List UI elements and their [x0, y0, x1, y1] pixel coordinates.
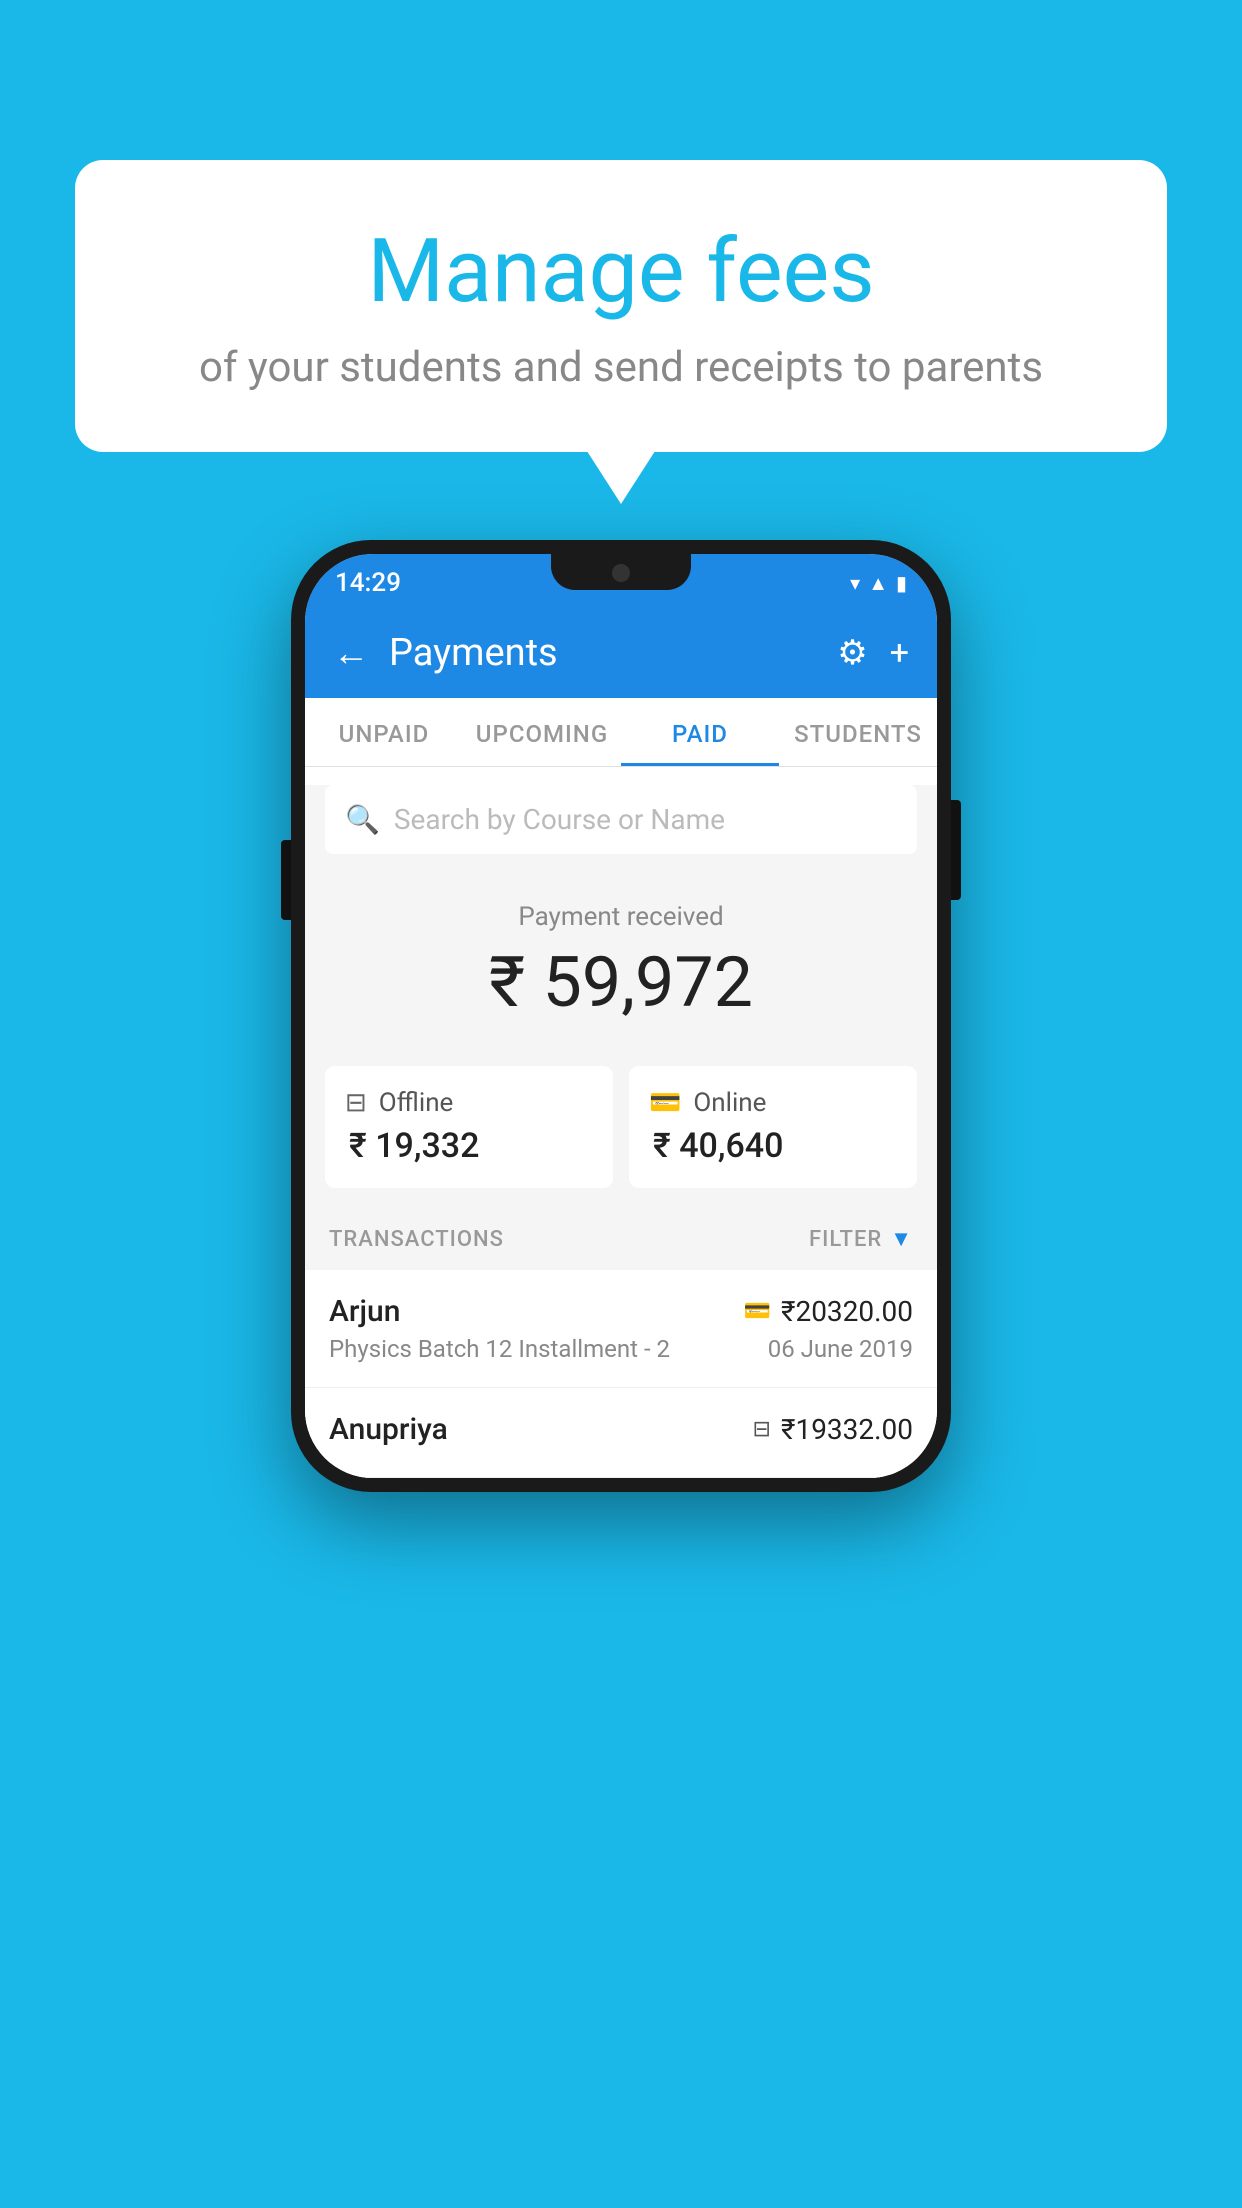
transaction-amount-wrap: 💳 ₹20320.00 [744, 1295, 913, 1328]
online-label: Online [693, 1088, 766, 1118]
tab-paid[interactable]: PAID [621, 698, 779, 766]
wifi-icon: ▾ [850, 571, 860, 595]
card-payment-icon: 💳 [744, 1299, 771, 1324]
phone-inner: 14:29 ▾ ▲ ▮ ← Payments ⚙ + UNPAID [305, 554, 937, 1478]
status-icons: ▾ ▲ ▮ [850, 571, 907, 596]
payment-cards: ⊟ Offline ₹ 19,332 💳 Online ₹ 40,640 [305, 1066, 937, 1208]
payment-received-label: Payment received [325, 902, 917, 932]
online-amount: ₹ 40,640 [649, 1126, 897, 1166]
back-button[interactable]: ← [333, 632, 369, 674]
speech-bubble: Manage fees of your students and send re… [75, 160, 1167, 452]
tab-students[interactable]: STUDENTS [779, 698, 937, 766]
filter-icon: ▼ [890, 1226, 913, 1252]
transaction-date: 06 June 2019 [768, 1335, 913, 1363]
tab-upcoming[interactable]: UPCOMING [463, 698, 621, 766]
transaction-amount-wrap: ⊟ ₹19332.00 [753, 1413, 913, 1446]
payment-total-amount: ₹ 59,972 [325, 942, 917, 1024]
search-input[interactable]: Search by Course or Name [394, 803, 725, 836]
signal-icon: ▲ [868, 571, 888, 596]
phone-notch [551, 554, 691, 590]
transaction-name: Anupriya [329, 1412, 448, 1447]
transaction-item[interactable]: Arjun 💳 ₹20320.00 Physics Batch 12 Insta… [305, 1270, 937, 1388]
battery-icon: ▮ [896, 571, 907, 595]
payment-summary: Payment received ₹ 59,972 [305, 872, 937, 1066]
offline-label: Offline [379, 1088, 454, 1118]
tab-bar: UNPAID UPCOMING PAID STUDENTS [305, 698, 937, 767]
filter-label: FILTER [809, 1227, 882, 1252]
filter-button[interactable]: FILTER ▼ [809, 1226, 913, 1252]
tab-unpaid[interactable]: UNPAID [305, 698, 463, 766]
content-area: 🔍 Search by Course or Name Payment recei… [305, 785, 937, 1478]
transaction-course: Physics Batch 12 Installment - 2 [329, 1335, 670, 1363]
cash-payment-icon: ⊟ [753, 1417, 771, 1442]
offline-icon: ⊟ [345, 1088, 367, 1118]
transaction-name: Arjun [329, 1294, 400, 1329]
page-title: Payments [389, 631, 817, 675]
online-card: 💳 Online ₹ 40,640 [629, 1066, 917, 1188]
transaction-amount: ₹19332.00 [781, 1413, 913, 1446]
offline-card: ⊟ Offline ₹ 19,332 [325, 1066, 613, 1188]
search-bar[interactable]: 🔍 Search by Course or Name [325, 785, 917, 854]
promo-subtitle: of your students and send receipts to pa… [155, 343, 1087, 392]
promo-section: Manage fees of your students and send re… [75, 160, 1167, 452]
settings-icon[interactable]: ⚙ [837, 633, 867, 673]
status-time: 14:29 [335, 568, 401, 598]
search-icon: 🔍 [345, 803, 380, 836]
add-icon[interactable]: + [890, 633, 909, 673]
transaction-item[interactable]: Anupriya ⊟ ₹19332.00 [305, 1388, 937, 1478]
online-icon: 💳 [649, 1088, 681, 1118]
transactions-header: TRANSACTIONS FILTER ▼ [305, 1208, 937, 1270]
header-icons: ⚙ + [837, 633, 909, 673]
phone-outer: 14:29 ▾ ▲ ▮ ← Payments ⚙ + UNPAID [291, 540, 951, 1492]
offline-amount: ₹ 19,332 [345, 1126, 593, 1166]
app-header: ← Payments ⚙ + [305, 608, 937, 698]
transactions-label: TRANSACTIONS [329, 1227, 504, 1252]
promo-title: Manage fees [155, 220, 1087, 323]
phone-mockup: 14:29 ▾ ▲ ▮ ← Payments ⚙ + UNPAID [291, 540, 951, 1492]
transaction-amount: ₹20320.00 [781, 1295, 913, 1328]
